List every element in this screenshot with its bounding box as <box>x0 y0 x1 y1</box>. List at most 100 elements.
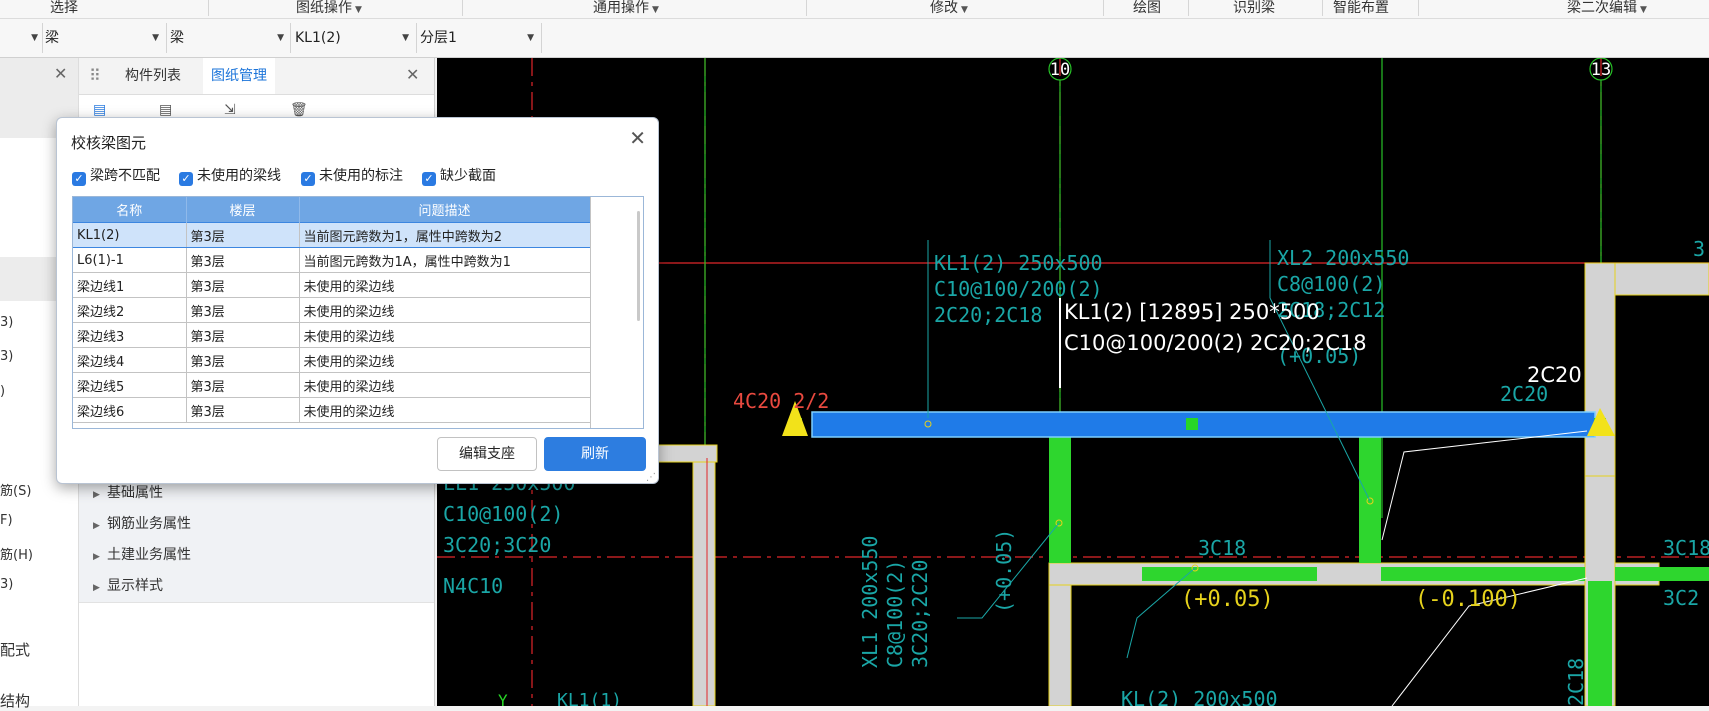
table-row[interactable]: 梁边线1 第3层 未使用的梁边线 <box>73 272 591 298</box>
component-dropdown[interactable]: KL1(2) ▼ <box>295 26 413 50</box>
filter-label: 梁跨不匹配 <box>90 168 160 184</box>
cell-description: 当前图元跨数为1A，属性中跨数为1 <box>299 247 591 273</box>
ribbon-group-modify[interactable]: 修改 ▼ <box>930 0 968 17</box>
nav-item[interactable]: 筋(S) <box>0 480 31 499</box>
cad-text-elevation: (+0.05) <box>1181 587 1274 612</box>
table-row[interactable]: KL1(2) 第3层 当前图元跨数为1，属性中跨数为2 <box>73 222 591 248</box>
scrollbar-thumb[interactable] <box>637 211 640 321</box>
table-row[interactable]: 梁边线4 第3层 未使用的梁边线 <box>73 347 591 373</box>
chevron-down-icon: ▼ <box>277 33 284 43</box>
selector-divider <box>541 23 542 53</box>
chevron-down-icon: ▼ <box>355 5 362 15</box>
close-icon[interactable]: ✕ <box>54 64 67 83</box>
chevron-down-icon: ▼ <box>652 5 659 15</box>
table-scrollbar[interactable] <box>590 197 643 428</box>
refresh-button[interactable]: 刷新 <box>544 437 646 471</box>
chevron-down-icon: ▼ <box>1640 5 1647 15</box>
issues-grid: 名称 楼层 问题描述 KL1(2) 第3层 当前图元跨数为1，属性中跨数为2 L… <box>73 197 591 423</box>
tab-component-list[interactable]: 构件列表 <box>117 58 189 94</box>
prop-group-rebar[interactable]: ▶ 钢筋业务属性 <box>79 509 434 541</box>
column-header-floor[interactable]: 楼层 <box>186 197 300 223</box>
table-header: 名称 楼层 问题描述 <box>73 197 591 223</box>
selected-beam <box>811 411 1596 438</box>
cad-text: 3C20;2C20 <box>908 560 932 668</box>
panel-tabs: ⠿ 构件列表 图纸管理 ✕ <box>79 58 434 95</box>
prop-group-civil[interactable]: ▶ 土建业务属性 <box>79 540 434 572</box>
filter-unused-beam-line[interactable]: ✓ 未使用的梁线 <box>179 165 281 186</box>
cad-text: 2C20;2C18 <box>934 303 1042 327</box>
cad-text: C10@100(2) <box>443 502 563 526</box>
nav-item[interactable]: 筋(H) <box>0 544 33 563</box>
nav-item[interactable]: 3) <box>0 315 13 330</box>
tab-drawing-management[interactable]: 图纸管理 <box>203 58 275 94</box>
nav-item[interactable]: F) <box>0 513 13 528</box>
ribbon-group-beam-secondary-edit[interactable]: 梁二次编辑 ▼ <box>1567 0 1647 17</box>
ribbon-divider <box>1188 0 1189 16</box>
nav-item[interactable]: ) <box>0 384 5 399</box>
nav-item[interactable]: 3) <box>0 349 13 364</box>
cell-description: 当前图元跨数为1，属性中跨数为2 <box>299 222 591 248</box>
ribbon-group-smart-layout[interactable]: 智能布置 <box>1333 0 1389 17</box>
cad-text: XL2 200x550 <box>1277 246 1409 270</box>
table-row[interactable]: 梁边线6 第3层 未使用的梁边线 <box>73 397 591 423</box>
wall <box>1614 262 1709 296</box>
column-header-name[interactable]: 名称 <box>73 197 187 223</box>
cell-description: 未使用的梁边线 <box>299 297 591 323</box>
cell-description: 未使用的梁边线 <box>299 322 591 348</box>
beam-vertical <box>1588 581 1612 706</box>
filter-missing-section[interactable]: ✓ 缺少截面 <box>422 165 496 186</box>
ribbon-toolbar: 选择 图纸操作 ▼ 通用操作 ▼ 修改 ▼ 绘图 识别梁 智能布置 梁二次编辑 ▼ <box>0 0 1709 19</box>
prop-group-display[interactable]: ▶ 显示样式 <box>79 571 434 603</box>
close-icon[interactable]: ✕ <box>629 126 646 150</box>
cad-text: KL(2) 200x500 <box>1121 687 1278 706</box>
drag-handle-icon[interactable]: ⠿ <box>89 66 101 85</box>
nav-item[interactable]: 3) <box>0 577 13 592</box>
close-icon[interactable]: ✕ <box>406 65 419 84</box>
nav-item[interactable]: 结构 <box>0 690 30 711</box>
beam-horizontal <box>1142 567 1317 581</box>
table-row[interactable]: 梁边线5 第3层 未使用的梁边线 <box>73 372 591 398</box>
ribbon-group-general-ops[interactable]: 通用操作 ▼ <box>593 0 659 17</box>
cad-text: 3C2 <box>1663 586 1699 610</box>
ribbon-group-identify-beam[interactable]: 识别梁 <box>1233 0 1275 17</box>
prop-group-label: 基础属性 <box>107 485 163 501</box>
cell-name: 梁边线3 <box>73 322 187 348</box>
table-row[interactable]: 梁边线3 第3层 未使用的梁边线 <box>73 322 591 348</box>
checkbox-checked-icon[interactable]: ✓ <box>301 172 315 186</box>
ribbon-divider <box>208 0 209 16</box>
column-header-description[interactable]: 问题描述 <box>299 197 591 223</box>
selector-divider <box>416 23 417 53</box>
edit-support-button[interactable]: 编辑支座 <box>437 437 537 471</box>
ribbon-divider <box>1322 0 1323 16</box>
category-dropdown[interactable]: 梁 ▼ <box>45 26 163 50</box>
axis-bubble: 10 <box>1048 57 1072 81</box>
checkbox-checked-icon[interactable]: ✓ <box>72 172 86 186</box>
table-row[interactable]: L6(1)-1 第3层 当前图元跨数为1A，属性中跨数为1 <box>73 247 591 273</box>
resize-grip-icon[interactable]: ⋰ <box>646 472 656 483</box>
filter-span-mismatch[interactable]: ✓ 梁跨不匹配 <box>72 165 160 186</box>
cell-description: 未使用的梁边线 <box>299 347 591 373</box>
grip-point <box>1186 418 1198 430</box>
ribbon-group-draw[interactable]: 绘图 <box>1133 0 1161 17</box>
cell-description: 未使用的梁边线 <box>299 272 591 298</box>
ribbon-divider <box>1418 0 1419 16</box>
walls <box>636 262 1709 707</box>
cad-text: 3C20;3C20 <box>443 533 551 557</box>
chevron-down-icon: ▼ <box>31 33 38 43</box>
type-dropdown[interactable]: 梁 ▼ <box>170 26 288 50</box>
layer-dropdown[interactable]: 分层1 ▼ <box>420 26 538 50</box>
floor-dropdown-arrow[interactable]: ▼ <box>26 26 42 50</box>
chevron-right-icon: ▶ <box>93 521 100 531</box>
cell-name: 梁边线1 <box>73 272 187 298</box>
prop-group-label: 钢筋业务属性 <box>107 516 191 532</box>
table-row[interactable]: 梁边线2 第3层 未使用的梁边线 <box>73 297 591 323</box>
checkbox-checked-icon[interactable]: ✓ <box>422 172 436 186</box>
checkbox-checked-icon[interactable]: ✓ <box>179 172 193 186</box>
cell-floor: 第3层 <box>186 222 300 248</box>
nav-item[interactable]: 配式 <box>0 639 30 660</box>
ribbon-divider <box>462 0 463 16</box>
ribbon-divider <box>1103 0 1104 16</box>
filter-unused-annotation[interactable]: ✓ 未使用的标注 <box>301 165 403 186</box>
ribbon-group-drawing-ops[interactable]: 图纸操作 ▼ <box>296 0 362 17</box>
ribbon-group-select[interactable]: 选择 <box>50 0 78 17</box>
